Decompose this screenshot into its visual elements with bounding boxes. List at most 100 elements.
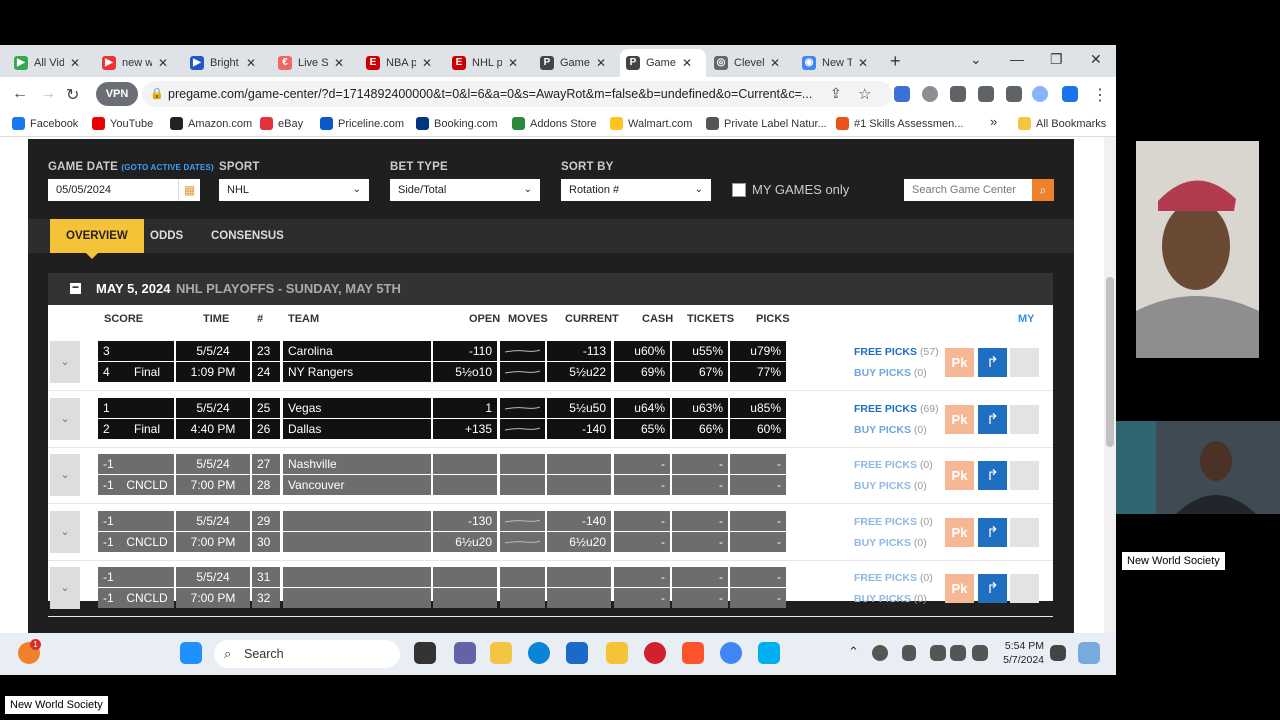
bet-type-select[interactable]: Side/Total ⌄ xyxy=(390,179,540,201)
team-cell[interactable] xyxy=(283,588,431,608)
my-games-toggle[interactable]: MY GAMES only xyxy=(732,182,849,197)
brave-icon[interactable] xyxy=(682,642,704,664)
close-tab-icon[interactable]: ✕ xyxy=(508,56,518,70)
bookmark-item[interactable]: Private Label Natur... xyxy=(706,117,827,130)
team-cell[interactable]: Dallas xyxy=(283,418,431,439)
close-tab-icon[interactable]: ✕ xyxy=(596,56,606,70)
skype-icon[interactable] xyxy=(758,642,780,664)
search-icon[interactable]: ⌕ xyxy=(1032,179,1054,201)
close-tab-icon[interactable]: ✕ xyxy=(682,56,692,70)
expand-chevron-icon[interactable]: ⌄ xyxy=(50,397,80,440)
store-icon[interactable] xyxy=(566,642,588,664)
close-tab-icon[interactable]: ✕ xyxy=(70,56,80,70)
start-windows-icon[interactable] xyxy=(180,642,202,664)
browser-tab[interactable]: ◎ Clevel ✕ xyxy=(708,49,794,77)
team-cell[interactable] xyxy=(283,510,431,531)
expand-chevron-icon[interactable]: ⌄ xyxy=(50,341,80,383)
file-explorer-icon[interactable] xyxy=(490,642,512,664)
my-game-toggle[interactable] xyxy=(1010,348,1039,377)
chrome-icon[interactable] xyxy=(720,642,742,664)
edge-icon[interactable] xyxy=(528,642,550,664)
more-bookmarks-button[interactable]: » xyxy=(990,114,997,129)
team-cell[interactable]: Vancouver xyxy=(283,475,431,495)
my-game-toggle[interactable] xyxy=(1010,461,1039,490)
notification-bell-icon[interactable] xyxy=(1050,645,1066,661)
back-button[interactable]: ← xyxy=(12,85,28,103)
browser-tab[interactable]: ▶ Bright ✕ xyxy=(184,49,270,77)
battery-icon[interactable] xyxy=(972,645,988,661)
all-bookmarks-button[interactable]: All Bookmarks xyxy=(1018,117,1106,130)
close-tab-icon[interactable]: ✕ xyxy=(422,56,432,70)
share-arrow-icon[interactable]: ↱ xyxy=(978,404,1007,434)
team-cell[interactable]: Vegas xyxy=(283,397,431,418)
reading-list-icon[interactable] xyxy=(978,86,994,102)
sort-by-select[interactable]: Rotation # ⌄ xyxy=(561,179,711,201)
scrollbar-thumb[interactable] xyxy=(1106,277,1114,447)
calendar-icon[interactable]: ▦ xyxy=(178,179,200,201)
copilot-icon[interactable] xyxy=(1078,642,1100,664)
team-cell[interactable] xyxy=(283,531,431,552)
pk-button[interactable]: Pk xyxy=(945,517,974,547)
share-icon[interactable]: ⇪ xyxy=(830,85,842,102)
close-tab-icon[interactable]: ✕ xyxy=(770,56,780,70)
col-open[interactable]: OPEN xyxy=(469,313,500,325)
side-panel-icon[interactable] xyxy=(1006,86,1022,102)
microphone-icon[interactable] xyxy=(902,645,916,661)
pk-button[interactable]: Pk xyxy=(945,404,974,434)
extensions-puzzle-icon[interactable] xyxy=(950,86,966,102)
tab-search-icon[interactable]: ⌄ xyxy=(970,51,982,68)
opera-icon[interactable] xyxy=(644,642,666,664)
col-score[interactable]: SCORE xyxy=(104,313,143,325)
search-game-center-input[interactable]: Search Game Center xyxy=(904,179,1032,201)
volume-icon[interactable] xyxy=(950,645,966,661)
page-scrollbar[interactable] xyxy=(1104,137,1116,633)
teams-icon[interactable] xyxy=(454,642,476,664)
browser-tab[interactable]: ◉ New T ✕ xyxy=(796,49,882,77)
col-current[interactable]: CURRENT xyxy=(565,313,619,325)
bookmark-item[interactable]: Addons Store xyxy=(512,117,597,130)
my-games-checkbox[interactable] xyxy=(732,182,746,197)
share-arrow-icon[interactable]: ↱ xyxy=(978,348,1007,377)
browser-tab[interactable]: P Game ✕ xyxy=(534,49,620,77)
team-cell[interactable]: Nashville xyxy=(283,454,431,474)
game-date-input[interactable]: 05/05/2024 xyxy=(48,179,178,201)
col-cash[interactable]: CASH xyxy=(642,313,673,325)
pinned-app-icon[interactable] xyxy=(606,642,628,664)
browser-tab[interactable]: P Game ✕ xyxy=(620,49,706,77)
close-tab-icon[interactable]: ✕ xyxy=(158,56,168,70)
bookmark-item[interactable]: #1 Skills Assessmen... xyxy=(836,117,963,130)
tab-overview[interactable]: OVERVIEW xyxy=(50,219,144,259)
wifi-icon[interactable] xyxy=(930,645,946,661)
col-moves[interactable]: MOVES xyxy=(508,313,548,325)
expand-chevron-icon[interactable]: ⌄ xyxy=(50,567,80,609)
my-game-toggle[interactable] xyxy=(1010,404,1039,434)
extension-shield-icon[interactable] xyxy=(894,86,910,102)
close-tab-icon[interactable]: ✕ xyxy=(334,56,344,70)
goto-active-dates-link[interactable]: (GOTO ACTIVE DATES) xyxy=(121,163,214,172)
maximize-button[interactable]: ❐ xyxy=(1050,51,1063,68)
buy-picks-link[interactable]: BUY PICKS (0) xyxy=(854,480,927,492)
buy-picks-link[interactable]: BUY PICKS (0) xyxy=(854,367,927,379)
pk-button[interactable]: Pk xyxy=(945,461,974,490)
browser-tab[interactable]: ▶ new w ✕ xyxy=(96,49,182,77)
close-tab-icon[interactable]: ✕ xyxy=(246,56,256,70)
my-game-toggle[interactable] xyxy=(1010,574,1039,603)
collapse-icon[interactable]: − xyxy=(70,281,81,294)
free-picks-link[interactable]: FREE PICKS (0) xyxy=(854,572,933,584)
minimize-button[interactable]: — xyxy=(1010,51,1024,67)
bookmark-item[interactable]: Facebook xyxy=(12,117,78,130)
team-cell[interactable] xyxy=(283,567,431,587)
reload-button[interactable]: ↻ xyxy=(66,85,79,105)
bookmark-item[interactable]: eBay xyxy=(260,117,303,130)
forward-button[interactable]: → xyxy=(40,85,56,103)
free-picks-link[interactable]: FREE PICKS (0) xyxy=(854,516,933,528)
task-view-icon[interactable] xyxy=(414,642,436,664)
free-picks-link[interactable]: FREE PICKS (69) xyxy=(854,403,939,415)
expand-chevron-icon[interactable]: ⌄ xyxy=(50,454,80,496)
extension-check-shield-icon[interactable] xyxy=(1062,86,1078,102)
profile-avatar-icon[interactable] xyxy=(1032,86,1048,102)
team-cell[interactable]: Carolina xyxy=(283,341,431,361)
free-picks-link[interactable]: FREE PICKS (57) xyxy=(854,346,939,358)
team-cell[interactable]: NY Rangers xyxy=(283,362,431,382)
pk-button[interactable]: Pk xyxy=(945,574,974,603)
